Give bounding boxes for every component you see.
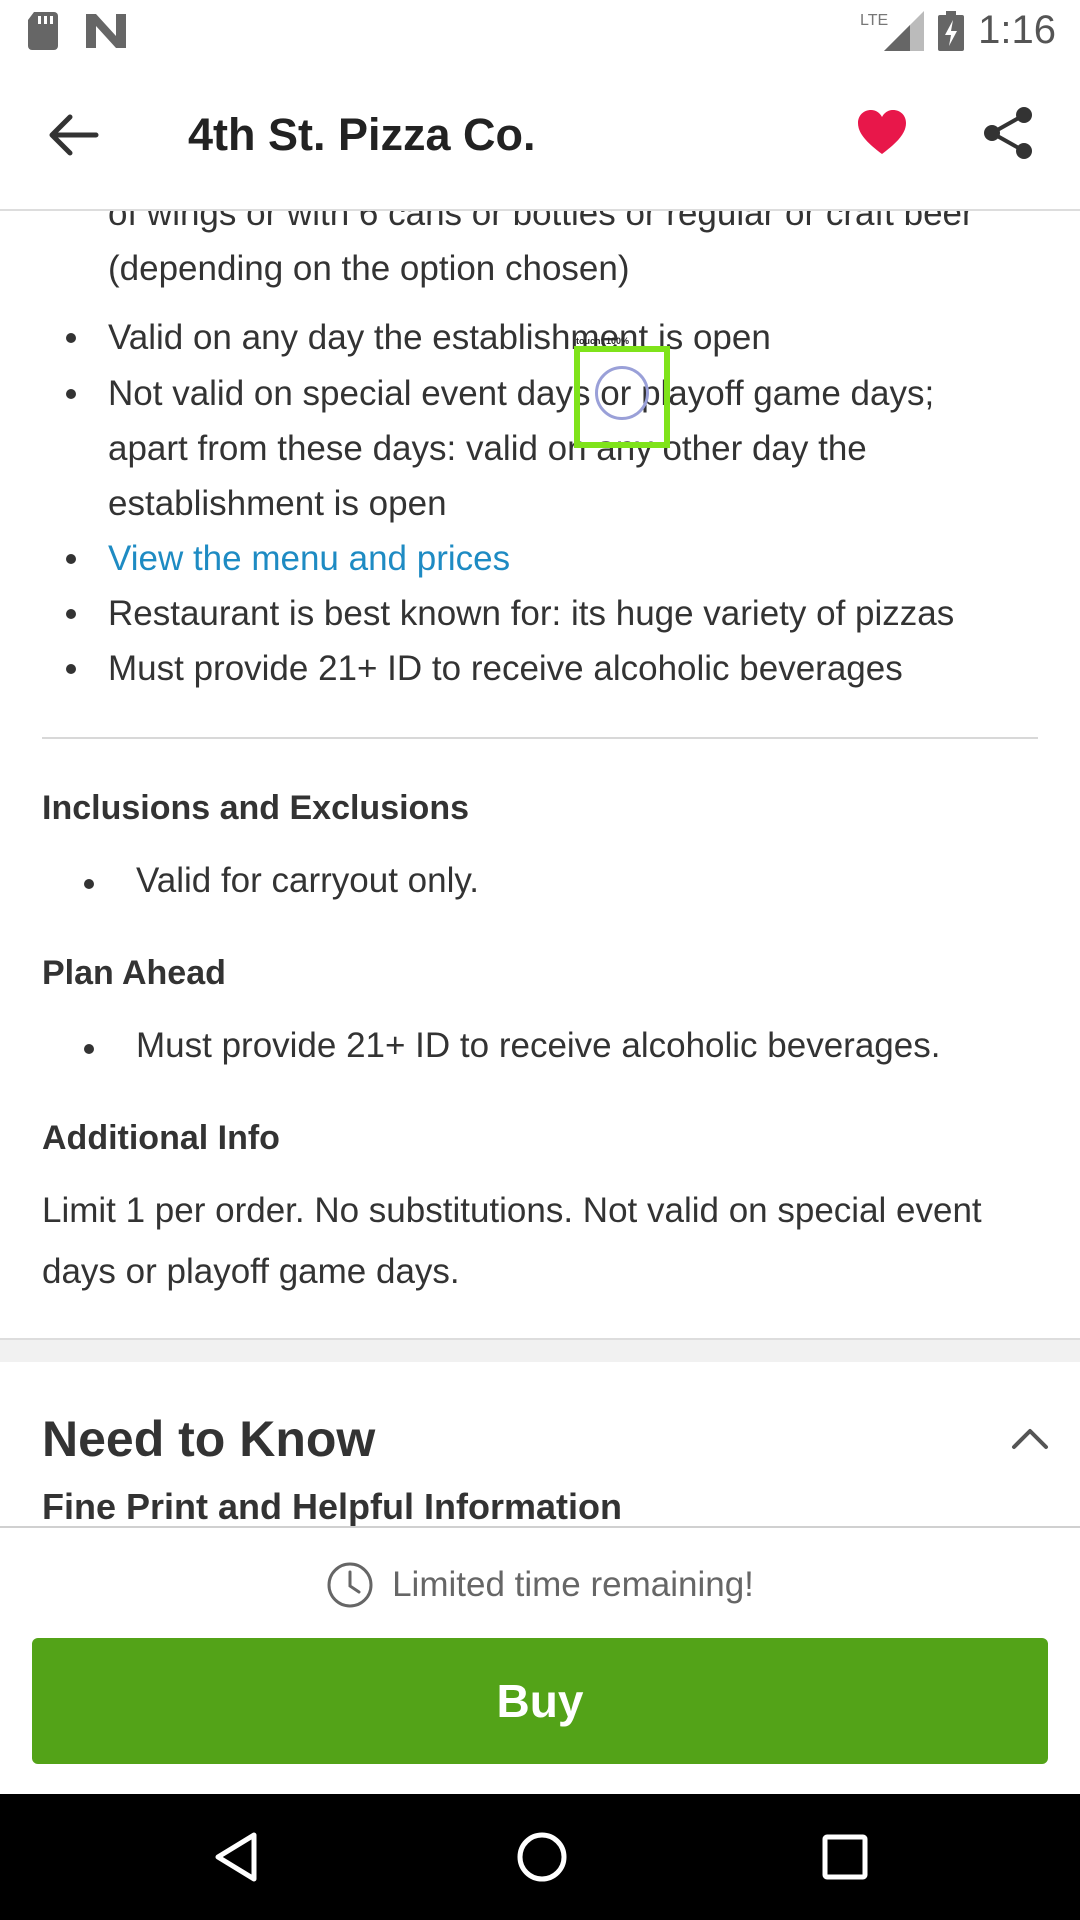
- plan-ahead-heading: Plan Ahead: [42, 954, 226, 992]
- bullet-text-line: apart from these days: valid on any othe…: [108, 429, 867, 468]
- bullet-text-line: Restaurant is best known for: its huge v…: [108, 594, 955, 633]
- bullet-dot: [66, 609, 76, 619]
- need-to-know-heading: Need to Know: [42, 1411, 376, 1467]
- bullet-text-line: of wings or with 6 cans or bottles or re…: [108, 211, 974, 233]
- bullet-text-line: Must provide 21+ ID to receive alcoholic…: [108, 649, 903, 688]
- battery-charging-icon: [938, 10, 965, 51]
- deal-details-content[interactable]: of wings or with 6 cans or bottles or re…: [0, 211, 1080, 1527]
- bullet-dot: [66, 333, 76, 343]
- bullet-text-line: Valid on any day the establishment is op…: [108, 318, 771, 357]
- status-bar: LTE 1:16: [0, 0, 1080, 63]
- sd-card-icon: [28, 12, 58, 50]
- limited-time-row: Limited time remaining!: [0, 1561, 1080, 1609]
- purchase-footer: Limited time remaining! Buy: [0, 1526, 1080, 1796]
- signal-icon: [884, 10, 925, 51]
- nav-recents-icon[interactable]: [817, 1829, 873, 1885]
- n-logo-icon: [86, 14, 126, 48]
- additional-info-text: Limit 1 per order. No substitutions. Not…: [42, 1191, 982, 1291]
- system-nav-bar: [0, 1794, 1080, 1920]
- bullet-dot: [84, 879, 94, 889]
- share-icon[interactable]: [980, 105, 1036, 161]
- bullet-text-line: Not valid on special event days or playo…: [108, 374, 935, 413]
- section-gap: [0, 1338, 1080, 1362]
- nav-back-icon[interactable]: [210, 1829, 266, 1885]
- chevron-up-icon[interactable]: [1010, 1423, 1050, 1453]
- touch-indicator-circle: [595, 366, 649, 420]
- inclusions-item: Valid for carryout only.: [136, 861, 480, 900]
- bullet-text-line: (depending on the option chosen): [108, 249, 630, 288]
- additional-info-heading: Additional Info: [42, 1119, 280, 1157]
- bullet-dot: [66, 389, 76, 399]
- favorite-heart-icon[interactable]: [856, 107, 908, 159]
- bullet-dot: [84, 1044, 94, 1054]
- clock: 1:16: [978, 8, 1056, 52]
- app-bar: 4th St. Pizza Co.: [0, 63, 1080, 211]
- section-divider: [42, 737, 1038, 739]
- view-menu-link[interactable]: View the menu and prices: [108, 531, 510, 586]
- network-type: LTE: [859, 11, 889, 29]
- bullet-dot: [66, 554, 76, 564]
- bullet-text-line: establishment is open: [108, 484, 447, 523]
- limited-time-text: Limited time remaining!: [392, 1565, 754, 1604]
- touch-indicator-label: touch: 100%: [576, 336, 630, 346]
- inclusions-heading: Inclusions and Exclusions: [42, 789, 469, 827]
- bullet-dot: [66, 664, 76, 674]
- page-title: 4th St. Pizza Co.: [188, 109, 536, 160]
- clock-icon: [327, 1562, 373, 1608]
- fine-print-subheading: Fine Print and Helpful Information: [42, 1486, 622, 1527]
- buy-button[interactable]: Buy: [32, 1638, 1048, 1764]
- back-arrow-icon[interactable]: [44, 105, 104, 165]
- nav-home-icon[interactable]: [514, 1829, 570, 1885]
- plan-ahead-item: Must provide 21+ ID to receive alcoholic…: [136, 1026, 941, 1065]
